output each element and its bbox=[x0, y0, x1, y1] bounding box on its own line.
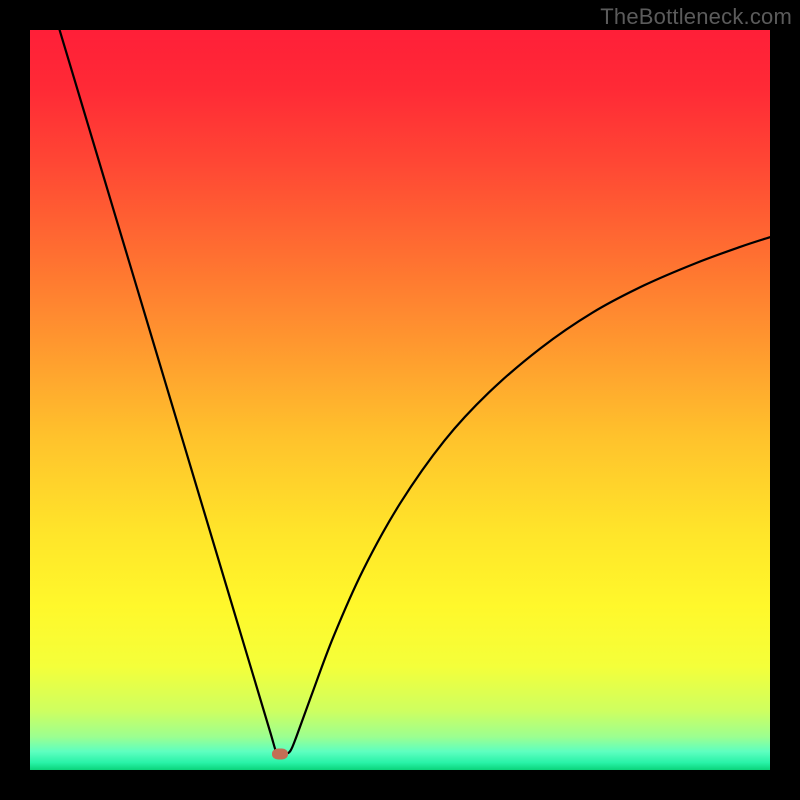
minimum-marker bbox=[272, 748, 288, 759]
chart-frame: TheBottleneck.com bbox=[0, 0, 800, 800]
watermark-text: TheBottleneck.com bbox=[600, 4, 792, 30]
data-curve bbox=[30, 30, 770, 770]
plot-area bbox=[30, 30, 770, 770]
